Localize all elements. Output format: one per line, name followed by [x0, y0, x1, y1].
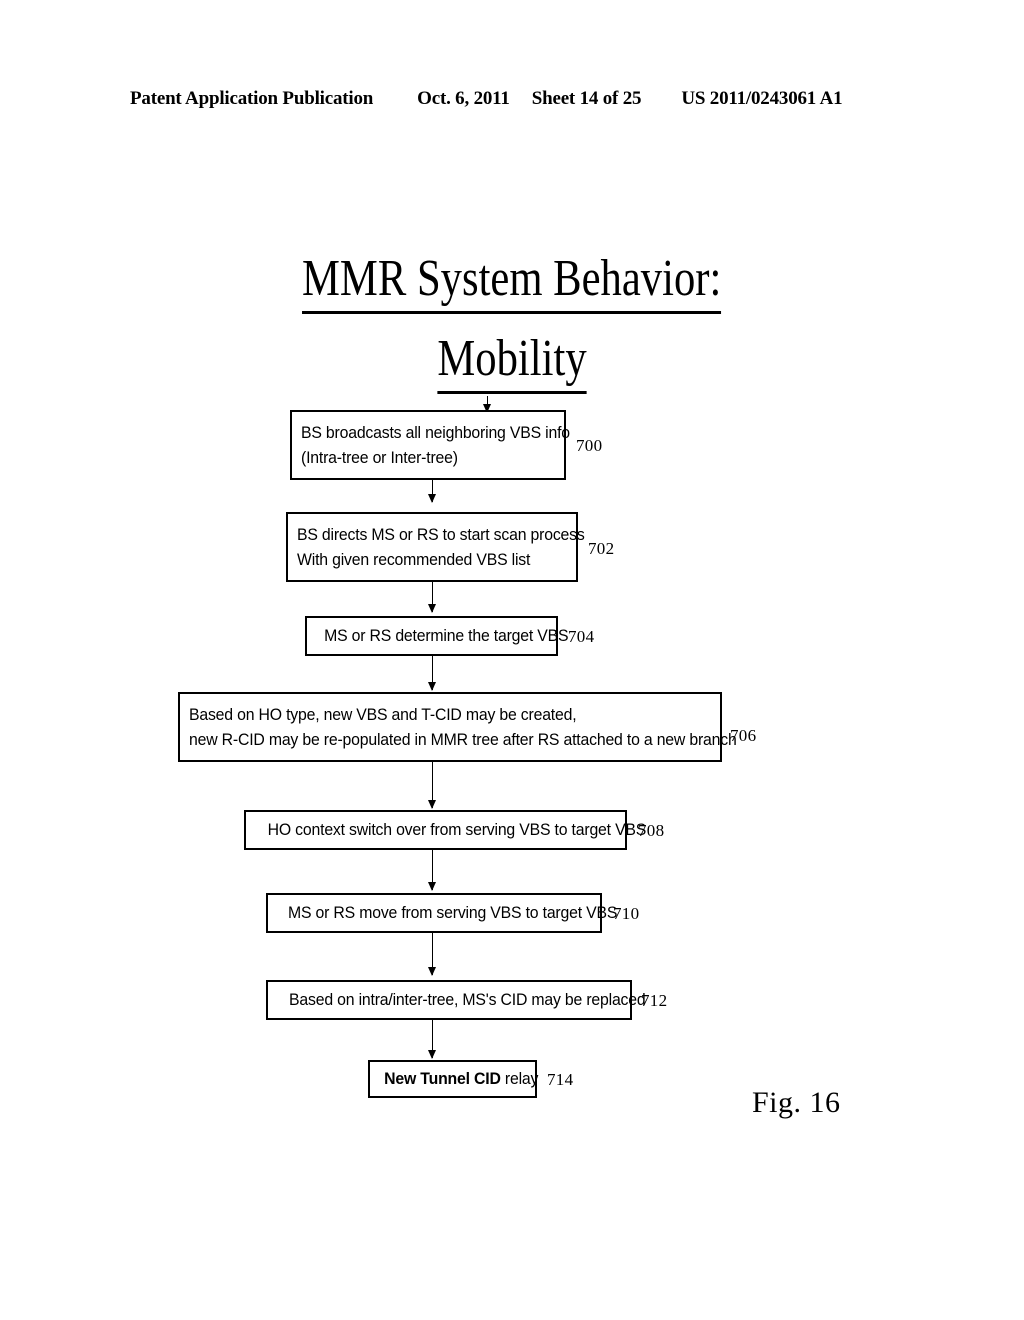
- flow-step-714-regular-text: relay: [500, 1069, 539, 1088]
- flow-ref-710: 710: [613, 904, 640, 923]
- flow-ref-704: 704: [568, 627, 595, 646]
- arrowhead-702-704: [428, 604, 436, 613]
- flow-step-706-line-2: new R-CID may be re-populated in MMR tre…: [189, 729, 737, 749]
- flow-step-706: Based on HO type, new VBS and T-CID may …: [178, 692, 737, 762]
- flow-ref-706: 706: [730, 726, 757, 745]
- flow-step-704-line-1: MS or RS determine the target VBS: [324, 626, 569, 645]
- flow-step-714-bold-text: New Tunnel CID: [384, 1069, 501, 1088]
- flow-step-710-line-1: MS or RS move from serving VBS to target…: [287, 903, 618, 922]
- arrowhead-704-706: [428, 682, 436, 691]
- arrowhead-712-714: [428, 1050, 436, 1059]
- flow-ref-714: 714: [547, 1070, 574, 1089]
- flow-ref-702: 702: [588, 539, 615, 558]
- flow-step-714: New Tunnel CID relay: [368, 1060, 538, 1098]
- flow-step-702-line-1: BS directs MS or RS to start scan proces…: [297, 524, 585, 544]
- flow-step-704: MS or RS determine the target VBS: [305, 616, 569, 656]
- flowchart: BS broadcasts all neighboring VBS info (…: [0, 0, 1024, 1320]
- flow-step-700-line-2: (Intra-tree or Inter-tree): [301, 447, 458, 467]
- flow-step-700: BS broadcasts all neighboring VBS info (…: [290, 410, 570, 480]
- flow-step-702: BS directs MS or RS to start scan proces…: [286, 512, 585, 582]
- figure-caption: Fig. 16: [752, 1086, 841, 1119]
- flow-ref-708: 708: [638, 821, 665, 840]
- arrowhead-710-712: [428, 967, 436, 976]
- flow-step-702-line-2: With given recommended VBS list: [297, 549, 531, 569]
- flow-ref-712: 712: [641, 991, 668, 1010]
- flow-step-708-line-1: HO context switch over from serving VBS …: [267, 820, 647, 839]
- flow-step-710: MS or RS move from serving VBS to target…: [266, 893, 618, 933]
- flow-ref-700: 700: [576, 436, 603, 455]
- flow-step-706-line-1: Based on HO type, new VBS and T-CID may …: [189, 704, 577, 724]
- arrowhead-706-708: [428, 800, 436, 809]
- flow-step-700-line-1: BS broadcasts all neighboring VBS info: [301, 422, 570, 442]
- flow-step-712: Based on intra/inter-tree, MS's CID may …: [266, 980, 646, 1020]
- arrowhead-708-710: [428, 882, 436, 891]
- arrowhead-700-702: [428, 494, 436, 503]
- flow-step-708: HO context switch over from serving VBS …: [244, 810, 647, 850]
- flow-step-712-line-1: Based on intra/inter-tree, MS's CID may …: [289, 990, 646, 1009]
- flow-step-714-line-1: New Tunnel CID relay: [384, 1066, 538, 1091]
